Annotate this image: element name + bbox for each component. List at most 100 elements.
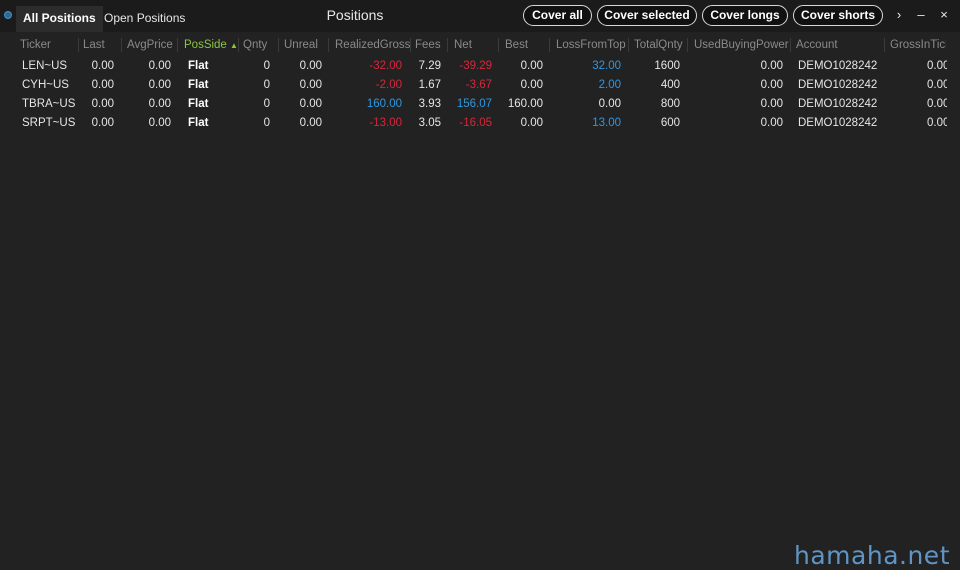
cover-shorts-button[interactable]: Cover shorts [793, 5, 883, 26]
cell-grossinticks: 0.00 [927, 98, 947, 110]
cell-net: -39.29 [459, 60, 492, 72]
column-divider[interactable] [278, 38, 279, 52]
cell-totalqnty: 1600 [654, 60, 680, 72]
column-header-unreal[interactable]: Unreal [284, 35, 318, 55]
cell-lossfromtop: 0.00 [598, 98, 621, 110]
more-chevron-icon[interactable]: › [891, 6, 907, 24]
column-header-fees[interactable]: Fees [415, 35, 441, 55]
window-icon[interactable] [4, 11, 12, 19]
cover-all-button[interactable]: Cover all [523, 5, 592, 26]
column-divider[interactable] [238, 38, 239, 52]
cell-account: DEMO1028242 [798, 79, 878, 91]
column-header-account[interactable]: Account [796, 35, 838, 55]
cell-fees: 3.05 [418, 117, 441, 129]
column-divider[interactable] [549, 38, 550, 52]
cell-qnty: 0 [263, 98, 270, 110]
close-icon[interactable]: × [936, 6, 952, 24]
cell-account: DEMO1028242 [798, 98, 878, 110]
cell-posside: Flat [188, 98, 209, 110]
minimize-icon[interactable]: – [913, 6, 929, 24]
column-header-posside[interactable]: PosSide ▲ [184, 35, 238, 55]
cell-account: DEMO1028242 [798, 60, 878, 72]
cell-qnty: 0 [263, 117, 270, 129]
cell-totalqnty: 800 [660, 98, 680, 110]
column-header-totalqnty[interactable]: TotalQnty [634, 35, 683, 55]
cell-totalqnty: 600 [660, 117, 680, 129]
tab-open-positions[interactable]: Open Positions [97, 6, 192, 32]
cell-ticker: LEN~US [22, 60, 68, 72]
cell-account: DEMO1028242 [798, 117, 878, 129]
cell-usedbuyingpower: 0.00 [760, 79, 783, 91]
cell-unreal: 0.00 [299, 79, 322, 91]
cover-selected-button[interactable]: Cover selected [597, 5, 697, 26]
column-divider[interactable] [121, 38, 122, 52]
cell-fees: 7.29 [418, 60, 441, 72]
column-header-last[interactable]: Last [83, 35, 105, 55]
cell-last: 0.00 [91, 79, 114, 91]
cell-avgprice: 0.00 [148, 60, 171, 72]
title-bar: All Positions Open Positions Positions C… [0, 0, 960, 32]
cell-posside: Flat [188, 60, 209, 72]
sort-ascending-icon: ▲ [230, 41, 238, 50]
cell-usedbuyingpower: 0.00 [760, 60, 783, 72]
cell-lossfromtop: 13.00 [592, 117, 621, 129]
cell-best: 160.00 [507, 98, 543, 110]
cell-unreal: 0.00 [299, 60, 322, 72]
window-title: Positions [326, 7, 384, 23]
column-divider[interactable] [447, 38, 448, 52]
cell-posside: Flat [188, 79, 209, 91]
cell-grossinticks: 0.00 [927, 79, 947, 91]
column-divider[interactable] [628, 38, 629, 52]
column-divider[interactable] [78, 38, 79, 52]
column-header-posside-label: PosSide [184, 39, 227, 51]
cell-usedbuyingpower: 0.00 [760, 98, 783, 110]
column-header-lossfromtop[interactable]: LossFromTop [556, 35, 626, 55]
cell-avgprice: 0.00 [148, 79, 171, 91]
column-divider[interactable] [410, 38, 411, 52]
column-header-ticker[interactable]: Ticker [20, 35, 51, 55]
cell-realizedgross: 160.00 [366, 98, 402, 110]
cell-best: 0.00 [520, 79, 543, 91]
cell-qnty: 0 [263, 79, 270, 91]
column-divider[interactable] [177, 38, 178, 52]
cell-best: 0.00 [520, 117, 543, 129]
column-header-avgprice[interactable]: AvgPrice [127, 35, 173, 55]
column-divider[interactable] [687, 38, 688, 52]
cell-last: 0.00 [91, 117, 114, 129]
cell-avgprice: 0.00 [148, 98, 171, 110]
cell-fees: 1.67 [418, 79, 441, 91]
cell-ticker: CYH~US [22, 79, 69, 91]
cell-totalqnty: 400 [660, 79, 680, 91]
column-header-best[interactable]: Best [505, 35, 528, 55]
column-header-grossinticks[interactable]: GrossInTicks [890, 35, 946, 55]
cell-net: -3.67 [465, 79, 492, 91]
cell-lossfromtop: 2.00 [598, 79, 621, 91]
tab-all-positions[interactable]: All Positions [16, 6, 103, 32]
column-header-qnty[interactable]: Qnty [243, 35, 267, 55]
cell-realizedgross: -2.00 [375, 79, 402, 91]
column-header-realizedgross[interactable]: RealizedGross [335, 35, 410, 55]
cell-posside: Flat [188, 117, 209, 129]
cell-unreal: 0.00 [299, 98, 322, 110]
cell-ticker: TBRA~US [22, 98, 76, 110]
cell-last: 0.00 [91, 98, 114, 110]
cell-usedbuyingpower: 0.00 [760, 117, 783, 129]
cell-last: 0.00 [91, 60, 114, 72]
cell-net: -16.05 [459, 117, 492, 129]
watermark: hamaha.net [794, 541, 950, 570]
column-divider[interactable] [790, 38, 791, 52]
column-header-usedbuyingpower[interactable]: UsedBuyingPower [694, 35, 789, 55]
column-divider[interactable] [498, 38, 499, 52]
cell-grossinticks: 0.00 [927, 117, 947, 129]
column-divider[interactable] [328, 38, 329, 52]
cell-unreal: 0.00 [299, 117, 322, 129]
column-divider[interactable] [884, 38, 885, 52]
cell-best: 0.00 [520, 60, 543, 72]
cell-fees: 3.93 [418, 98, 441, 110]
column-header-net[interactable]: Net [454, 35, 472, 55]
cell-lossfromtop: 32.00 [592, 60, 621, 72]
cover-longs-button[interactable]: Cover longs [702, 5, 788, 26]
cell-grossinticks: 0.00 [927, 60, 947, 72]
cell-ticker: SRPT~US [22, 117, 76, 129]
cell-realizedgross: -13.00 [369, 117, 402, 129]
